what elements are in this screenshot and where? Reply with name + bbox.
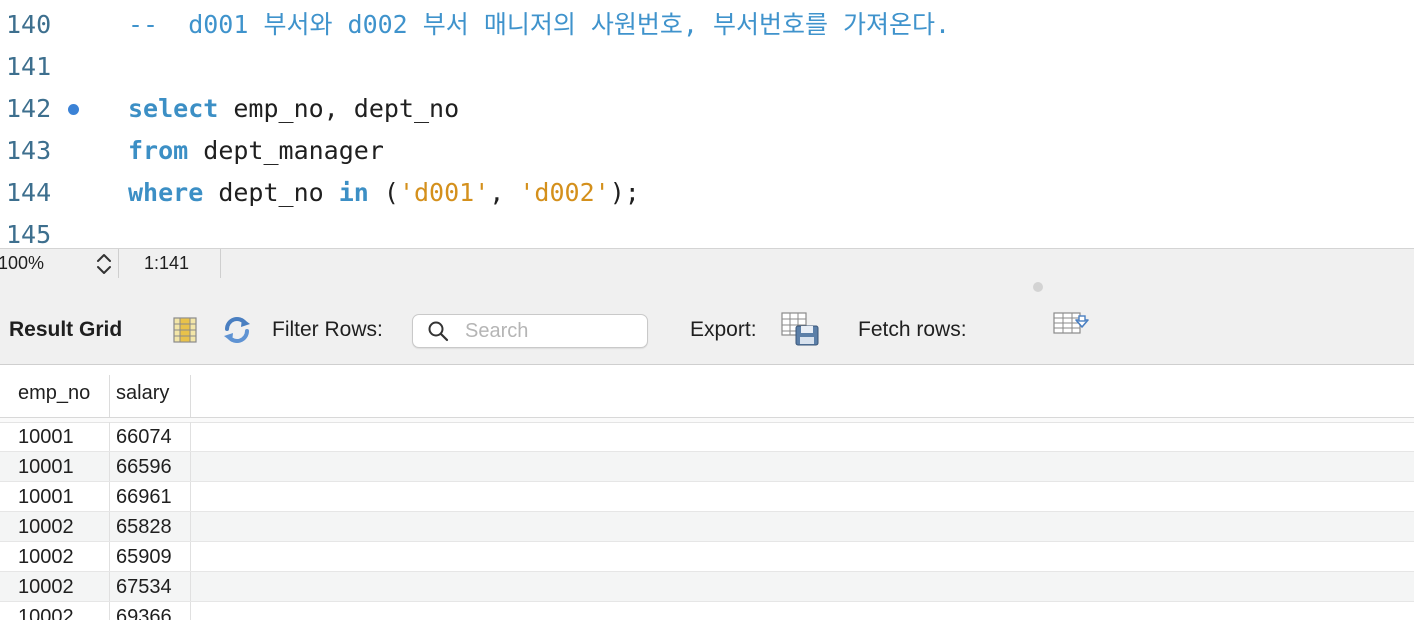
- cell-salary[interactable]: 66961: [110, 482, 191, 511]
- cell-salary[interactable]: 69366: [110, 602, 191, 620]
- result-grid: emp_no salary 10001 66074 10001 66596 10…: [0, 365, 1414, 620]
- search-field[interactable]: [412, 314, 648, 348]
- cursor-position: 1:141: [144, 253, 190, 273]
- table-row[interactable]: 10002 65828: [0, 512, 1414, 542]
- table-row[interactable]: 10001 66596: [0, 452, 1414, 482]
- divider: [118, 249, 119, 279]
- editor-status-bar: 100% 1:141: [0, 248, 1414, 279]
- toggle-result-panel-icon[interactable]: [171, 316, 199, 349]
- sql-string: 'd001': [398, 178, 490, 207]
- line-number: 142: [6, 94, 52, 123]
- sql-text: );: [609, 178, 640, 207]
- sql-text: dept_manager: [188, 136, 384, 165]
- sql-keyword: where: [128, 178, 204, 207]
- cell-emp-no[interactable]: 10001: [12, 452, 110, 481]
- cell-emp-no[interactable]: 10002: [12, 602, 110, 620]
- search-icon: [427, 320, 449, 347]
- line-number: 144: [6, 178, 52, 207]
- search-input[interactable]: [463, 317, 643, 345]
- cell-emp-no[interactable]: 10002: [12, 572, 110, 601]
- sql-editor[interactable]: 140 -- d001 부서와 d002 부서 매니저의 사원번호, 부서번호를…: [0, 0, 1414, 248]
- sql-text: emp_no, dept_no: [218, 94, 460, 123]
- editor-line: 141: [0, 46, 1414, 88]
- sql-keyword: select: [128, 94, 219, 123]
- editor-line: 145: [0, 214, 1414, 248]
- editor-line: 140 -- d001 부서와 d002 부서 매니저의 사원번호, 부서번호를…: [0, 4, 1414, 46]
- sql-keyword: in: [338, 178, 369, 207]
- sql-text: ,: [489, 178, 520, 207]
- table-row[interactable]: 10002 69366: [0, 602, 1414, 620]
- cell-emp-no[interactable]: 10002: [12, 512, 110, 541]
- grid-header: emp_no salary: [0, 375, 1414, 418]
- export-label: Export:: [690, 318, 757, 341]
- editor-line: 144 where dept_no in ('d001', 'd002');: [0, 172, 1414, 214]
- sql-text: dept_no: [203, 178, 339, 207]
- sql-comment: -- d001 부서와 d002 부서 매니저의 사원번호, 부서번호를 가져온…: [128, 10, 951, 39]
- export-icon[interactable]: [781, 312, 819, 351]
- column-header-salary[interactable]: salary: [110, 375, 191, 417]
- sql-code: select emp_no, dept_no: [128, 88, 459, 130]
- zoom-stepper-icon[interactable]: [94, 252, 114, 276]
- panel-splitter[interactable]: [0, 278, 1414, 296]
- table-row[interactable]: 10001 66961: [0, 482, 1414, 512]
- cell-salary[interactable]: 65828: [110, 512, 191, 541]
- table-row[interactable]: 10001 66074: [0, 422, 1414, 452]
- cell-emp-no[interactable]: 10001: [12, 482, 110, 511]
- divider: [220, 249, 221, 279]
- line-number: 141: [6, 52, 52, 81]
- line-number: 143: [6, 136, 52, 165]
- current-statement-marker[interactable]: [68, 104, 79, 115]
- cell-emp-no[interactable]: 10002: [12, 542, 110, 571]
- zoom-level: 100%: [0, 253, 45, 273]
- line-number: 140: [6, 10, 52, 39]
- sql-text: (: [368, 178, 399, 207]
- column-header-emp-no[interactable]: emp_no: [12, 375, 110, 417]
- splitter-handle[interactable]: [1033, 282, 1043, 292]
- cell-salary[interactable]: 65909: [110, 542, 191, 571]
- cell-salary[interactable]: 66074: [110, 422, 191, 451]
- editor-line: 142 select emp_no, dept_no: [0, 88, 1414, 130]
- fetch-rows-label: Fetch rows:: [858, 318, 967, 341]
- line-number: 145: [6, 220, 52, 248]
- filter-rows-label: Filter Rows:: [272, 318, 383, 341]
- fetch-rows-icon[interactable]: [1053, 312, 1089, 347]
- result-grid-label: Result Grid: [9, 318, 123, 341]
- sql-string: 'd002': [519, 178, 610, 207]
- sql-keyword: from: [128, 136, 189, 165]
- cell-emp-no[interactable]: 10001: [12, 422, 110, 451]
- table-row[interactable]: 10002 67534: [0, 572, 1414, 602]
- editor-line: 143 from dept_manager: [0, 130, 1414, 172]
- cell-salary[interactable]: 66596: [110, 452, 191, 481]
- result-toolbar: Result Grid Filter Rows: Export:: [0, 296, 1414, 365]
- cell-salary[interactable]: 67534: [110, 572, 191, 601]
- sql-code: from dept_manager: [128, 130, 384, 172]
- table-row[interactable]: 10002 65909: [0, 542, 1414, 572]
- sql-code: where dept_no in ('d001', 'd002');: [128, 172, 640, 214]
- refresh-icon[interactable]: [221, 314, 253, 351]
